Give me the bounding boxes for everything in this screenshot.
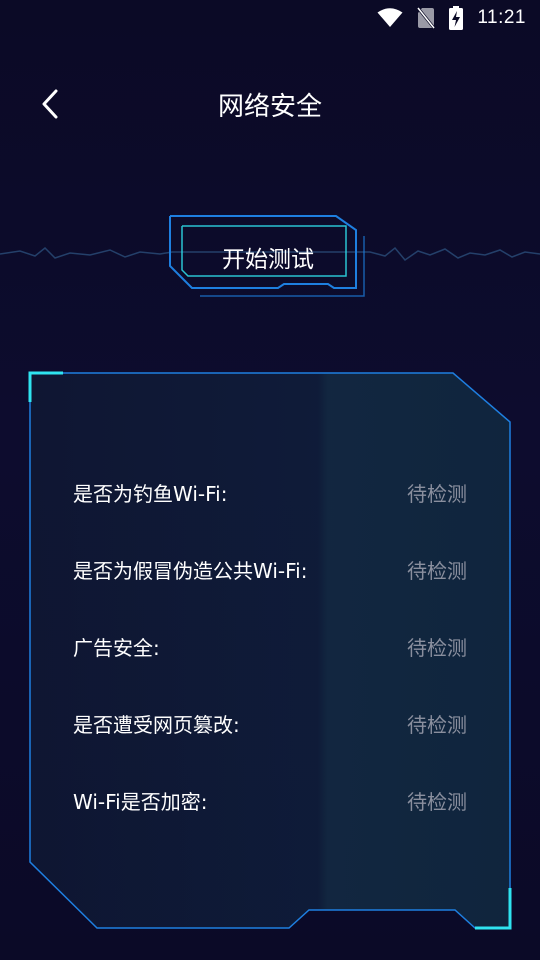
header: 网络安全 [0,70,540,136]
check-status: 待检测 [407,636,467,660]
check-status: 待检测 [407,482,467,506]
battery-charging-icon [449,6,464,30]
check-row-fake-public: 是否为假冒伪造公共Wi-Fi: 待检测 [73,531,467,608]
page-title: 网络安全 [217,92,322,122]
screen: 11:21 网络安全 开始测试 是否为钓鱼Wi-Fi: 待检测 是否为假冒伪造公… [0,0,540,960]
check-label: Wi-Fi是否加密: [73,790,208,814]
check-status: 待检测 [407,713,467,737]
check-panel: 是否为钓鱼Wi-Fi: 待检测 是否为假冒伪造公共Wi-Fi: 待检测 广告安全… [27,370,513,932]
check-label: 广告安全: [73,636,160,660]
wifi-icon [377,8,403,27]
check-row-phishing: 是否为钓鱼Wi-Fi: 待检测 [73,454,467,531]
status-time: 11:21 [477,7,526,28]
start-test-button[interactable]: 开始测试 [168,214,370,300]
start-test-label: 开始测试 [222,247,314,273]
status-bar: 11:21 [0,0,540,36]
no-sim-icon [417,7,436,29]
check-row-web-tamper: 是否遭受网页篡改: 待检测 [73,685,467,762]
check-status: 待检测 [407,559,467,583]
check-label: 是否为假冒伪造公共Wi-Fi: [73,559,308,583]
check-status: 待检测 [407,790,467,814]
check-list: 是否为钓鱼Wi-Fi: 待检测 是否为假冒伪造公共Wi-Fi: 待检测 广告安全… [73,454,467,839]
check-row-encryption: Wi-Fi是否加密: 待检测 [73,762,467,839]
check-label: 是否遭受网页篡改: [73,713,240,737]
check-label: 是否为钓鱼Wi-Fi: [73,482,228,506]
check-row-ad-security: 广告安全: 待检测 [73,608,467,685]
